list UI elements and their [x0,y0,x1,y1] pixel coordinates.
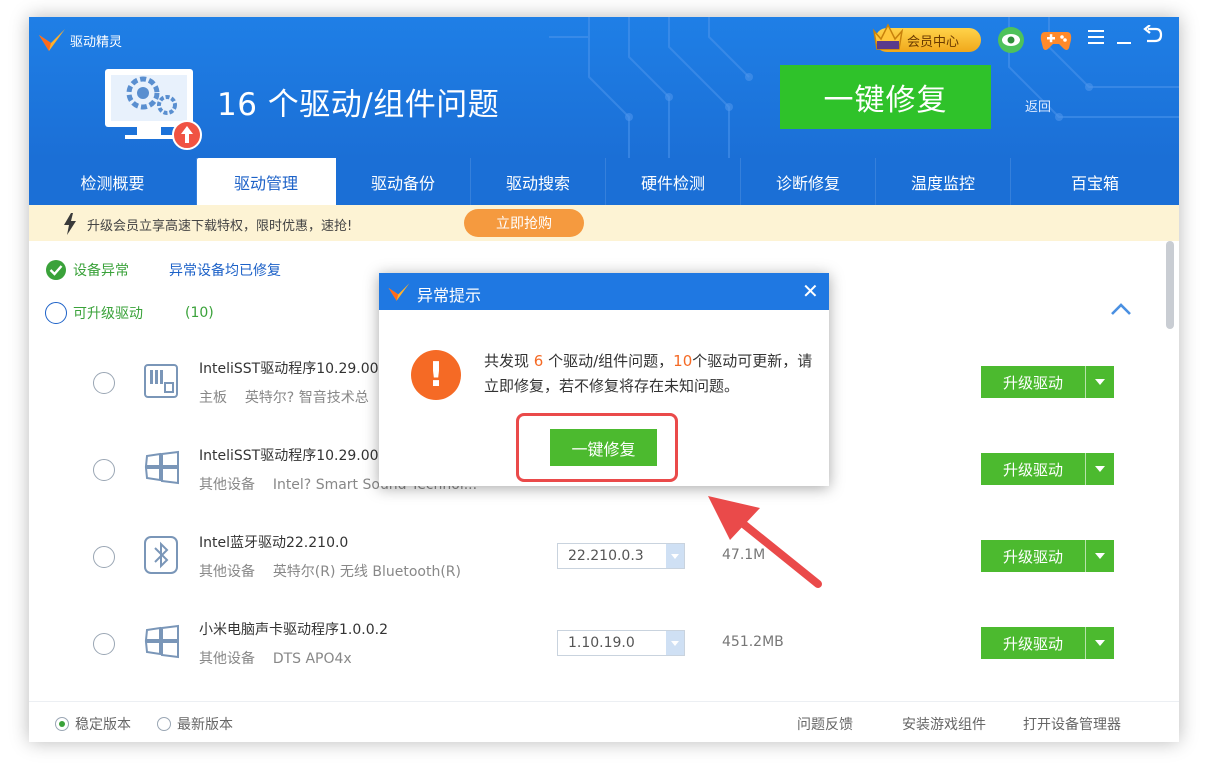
driver-name: InteliSST驱动程序10.29.00 [199,448,379,464]
footer-bar: 稳定版本 最新版本 问题反馈 安装游戏组件 打开设备管理器 [29,701,1179,742]
one-click-fix-button[interactable]: 一键修复 [780,65,991,129]
upgradable-label: 可升级驱动 [73,306,143,322]
stable-label: 稳定版本 [75,717,131,733]
version-select[interactable]: 1.10.19.0 [557,630,685,656]
gamepad-icon[interactable] [1039,26,1073,54]
upgradable-count: (10) [185,305,214,321]
back-link[interactable]: 返回 [1025,96,1051,115]
red-highlight-box [516,413,678,482]
eye-protect-icon[interactable] [995,26,1027,54]
main-tabs: 检测概要 驱动管理 驱动备份 驱动搜索 硬件检测 诊断修复 温度监控 百宝箱 [29,158,1179,205]
latest-radio[interactable] [157,717,171,731]
device-status-row: 设备异常 异常设备均已修复 [45,259,281,281]
app-title: 驱动精灵 [70,35,123,50]
chevron-up-icon[interactable] [1109,301,1133,317]
caret-down-icon [1095,466,1105,472]
version-dropdown-arrow[interactable] [666,631,684,655]
upgrade-driver-label: 升级驱动 [1002,460,1063,479]
buy-now-button[interactable]: 立即抢购 [464,209,584,237]
logo-icon [39,29,65,51]
device-abnormal-label: 设备异常 [73,263,129,279]
warning-icon: ! [411,350,461,400]
upgrade-driver-button[interactable]: 升级驱动 [981,366,1114,398]
caret-down-icon [671,641,679,646]
upgrade-driver-button[interactable]: 升级驱动 [981,453,1114,485]
tab-overview[interactable]: 检测概要 [29,158,197,205]
computer-gear-icon [105,69,202,150]
caret-down-icon [1095,379,1105,385]
version-value: 1.10.19.0 [568,635,635,651]
driver-row: 小米电脑声卡驱动程序1.0.0.2 其他设备 DTS APO4x 1.10.19… [29,600,1169,686]
version-value: 22.210.0.3 [568,548,644,564]
driver-meta: 其他设备 DTS APO4x [199,651,352,667]
latest-label: 最新版本 [177,717,233,733]
driver-name: 小米电脑声卡驱动程序1.0.0.2 [199,622,388,638]
dialog-title: 异常提示 [417,286,482,305]
upgrade-driver-label: 升级驱动 [1002,547,1063,566]
dialog-message: 共发现 6 个驱动/组件问题，10个驱动可更新，请立即修复，若不修复将存在未知问… [484,352,813,395]
driver-select-radio[interactable] [93,633,115,655]
windows-icon [144,450,179,485]
minimize-icon[interactable] [1115,29,1133,45]
driver-name: InteliSST驱动程序10.29.00 [199,361,379,377]
upgradable-select-all-radio[interactable] [45,302,67,324]
upgrade-driver-button[interactable]: 升级驱动 [981,627,1114,659]
caret-down-icon [671,554,679,559]
tab-driver-backup[interactable]: 驱动备份 [336,158,471,205]
upgrade-driver-button[interactable]: 升级驱动 [981,540,1114,572]
lightning-icon [64,213,76,235]
upgrade-dropdown-toggle[interactable] [1085,366,1114,398]
install-game-components-link[interactable]: 安装游戏组件 [902,714,986,734]
latest-version-option[interactable]: 最新版本 [157,714,233,734]
driver-size: 451.2MB [722,634,784,650]
dialog-header: 异常提示 ✕ [379,273,829,310]
version-dropdown-arrow[interactable] [666,544,684,568]
issue-count-title: 16 个驱动/组件问题 [217,87,500,123]
tab-driver-management[interactable]: 驱动管理 [197,158,336,205]
restore-back-icon[interactable] [1143,25,1163,45]
driver-select-radio[interactable] [93,372,115,394]
list-scrollbar[interactable] [1166,241,1174,329]
red-arrow-annotation [708,496,822,588]
upgrade-dropdown-toggle[interactable] [1085,540,1114,572]
driver-meta: 其他设备 英特尔(R) 无线 Bluetooth(R) [199,564,461,580]
upgrade-dropdown-toggle[interactable] [1085,627,1114,659]
tab-toolbox[interactable]: 百宝箱 [1011,158,1179,205]
tab-diagnose-repair[interactable]: 诊断修复 [741,158,876,205]
vip-center-label: 会员中心 [907,34,960,50]
windows-icon [144,624,179,659]
tab-temperature[interactable]: 温度监控 [876,158,1011,205]
logo-icon [388,283,410,301]
upgrade-driver-label: 升级驱动 [1002,634,1063,653]
driver-meta: 主板 英特尔? 智音技术总 [199,390,369,406]
abnormal-fixed-note: 异常设备均已修复 [169,263,281,279]
tab-driver-search[interactable]: 驱动搜索 [471,158,606,205]
driver-select-radio[interactable] [93,459,115,481]
feedback-link[interactable]: 问题反馈 [797,714,853,734]
version-select[interactable]: 22.210.0.3 [557,543,685,569]
stable-radio[interactable] [55,717,69,731]
open-device-manager-link[interactable]: 打开设备管理器 [1023,714,1121,734]
upgrade-dropdown-toggle[interactable] [1085,453,1114,485]
upgradable-row: 可升级驱动 (10) [45,302,214,324]
close-icon[interactable]: ✕ [802,281,819,301]
caret-down-icon [1095,553,1105,559]
caret-down-icon [1095,640,1105,646]
check-circle-icon [46,260,66,280]
vip-crown-icon [872,23,904,50]
upgrade-driver-label: 升级驱动 [1002,373,1063,392]
stable-version-option[interactable]: 稳定版本 [55,714,131,734]
promo-text: 升级会员立享高速下载特权，限时优惠，速抢! [87,219,353,234]
header-banner: 驱动精灵 16 个驱动/组件问题 一键修复 返回 会员中心 [29,17,1179,158]
tab-hardware-check[interactable]: 硬件检测 [606,158,741,205]
driver-select-radio[interactable] [93,546,115,568]
driver-name: Intel蓝牙驱动22.210.0 [199,535,349,551]
menu-icon[interactable] [1087,29,1105,45]
driver-row: Intel蓝牙驱动22.210.0 其他设备 英特尔(R) 无线 Bluetoo… [29,513,1169,599]
bluetooth-icon [144,536,178,574]
promo-bar: 升级会员立享高速下载特权，限时优惠，速抢! 立即抢购 [29,205,1179,241]
chip-icon [144,364,178,398]
